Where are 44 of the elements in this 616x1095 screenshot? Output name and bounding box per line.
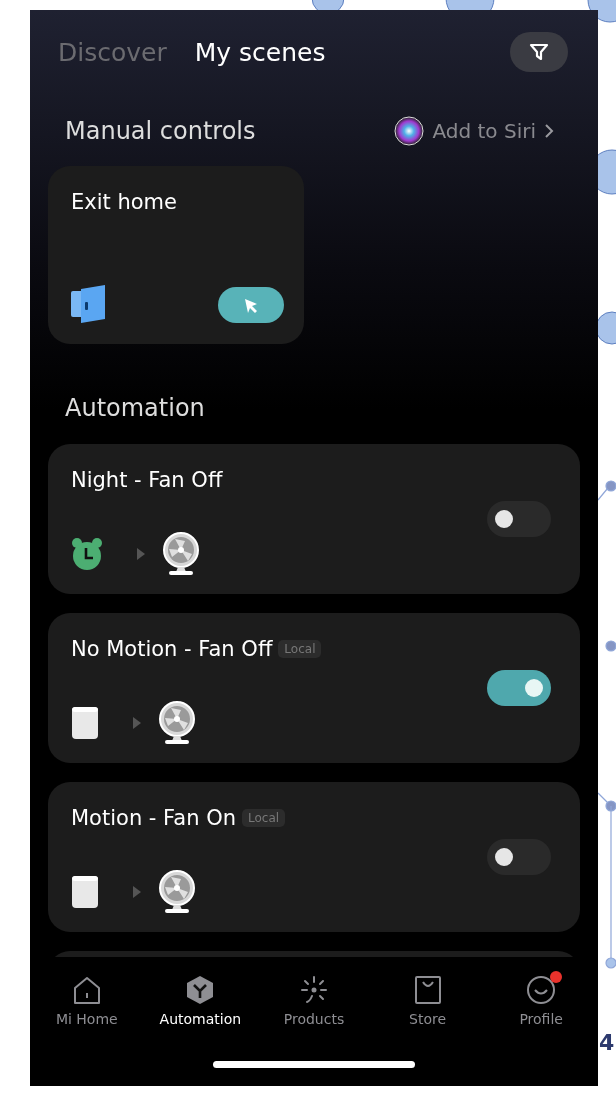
siri-icon	[394, 116, 425, 146]
toggle-switch[interactable]	[487, 670, 551, 706]
motion-sensor-icon	[71, 706, 99, 740]
hexagon-icon	[185, 975, 216, 1005]
smiley-icon	[526, 975, 557, 1005]
toggle-switch[interactable]	[487, 501, 551, 537]
local-tag: Local	[241, 809, 286, 827]
section-title: Manual controls	[65, 117, 256, 145]
filter-icon	[528, 41, 550, 63]
scene-title: Exit home	[71, 189, 178, 216]
toggle-switch[interactable]	[487, 839, 551, 875]
run-button[interactable]	[218, 287, 284, 323]
sparkle-icon	[299, 975, 329, 1005]
scene-title: Night - Fan Off	[71, 467, 223, 494]
tab-bar-item[interactable]: Profile	[484, 975, 598, 1027]
chevron-right-icon	[544, 123, 554, 139]
local-tag: Local	[278, 640, 322, 658]
door-icon	[71, 285, 107, 323]
scene-card[interactable]: No Motion - Fan Off Local	[48, 613, 580, 763]
tab-bar-item[interactable]: Automation	[143, 975, 258, 1027]
scene-card[interactable]: Night - Fan Off	[48, 444, 580, 594]
play-arrow-icon	[133, 886, 141, 898]
play-arrow-icon	[133, 717, 141, 729]
fan-icon	[161, 532, 201, 576]
header-tab[interactable]: My scenes	[194, 37, 326, 67]
play-arrow-icon	[137, 548, 145, 560]
filter-button[interactable]	[510, 32, 568, 72]
home-icon	[71, 975, 102, 1005]
motion-sensor-icon	[71, 875, 99, 909]
siri-link[interactable]: Add to Siri	[394, 116, 554, 146]
backdrop-text: 4	[599, 1029, 615, 1057]
cursor-icon	[243, 297, 259, 313]
tab-bar-item[interactable]: Mi Home	[30, 975, 144, 1027]
scene-card[interactable]: Exit home	[48, 166, 304, 344]
tab-bar-item[interactable]: Products	[257, 975, 371, 1027]
scene-title: Motion - Fan On	[71, 805, 236, 832]
shopping-bag-icon	[412, 975, 443, 1005]
scene-card[interactable]: Motion - Fan On Local	[48, 782, 580, 932]
fan-icon	[157, 701, 197, 745]
tab-bar-item[interactable]: Store	[370, 975, 485, 1027]
alarm-clock-icon	[71, 537, 103, 571]
scene-title: No Motion - Fan Off	[71, 636, 273, 663]
fan-icon	[157, 870, 197, 914]
section-title: Automation	[65, 394, 205, 422]
